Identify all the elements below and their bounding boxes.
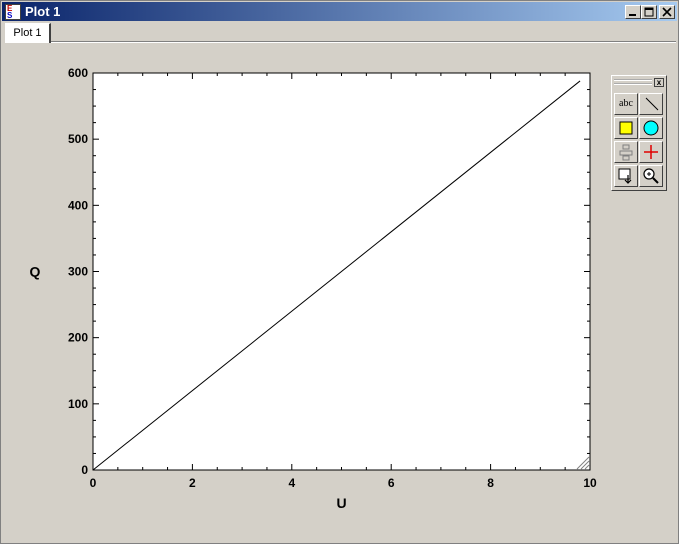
close-icon: [662, 7, 672, 17]
maximize-icon: [644, 7, 654, 17]
zoom-icon: [643, 168, 659, 184]
plot-toolbox: x abc: [611, 75, 667, 191]
x-tick-label: 4: [288, 476, 295, 490]
rectangle-tool-button[interactable]: [614, 117, 638, 139]
tab-strip: Plot 1: [3, 22, 676, 43]
y-tick-label: 100: [68, 397, 88, 411]
group-tool-button[interactable]: [614, 141, 638, 163]
line-icon: [645, 97, 659, 111]
zoom-tool-button[interactable]: [639, 165, 663, 187]
window-title: Plot 1: [25, 4, 61, 19]
crosshair-tool-button[interactable]: [639, 141, 663, 163]
close-button[interactable]: [659, 5, 675, 19]
tab-label: Plot 1: [13, 27, 42, 39]
group-icon: [619, 144, 633, 161]
export-tool-button[interactable]: [614, 165, 638, 187]
crosshair-icon: [644, 145, 658, 159]
y-tick-label: 200: [68, 331, 88, 345]
text-tool-button[interactable]: abc: [614, 93, 638, 115]
y-tick-label: 400: [68, 198, 88, 212]
x-tick-label: 0: [90, 476, 97, 490]
plot-window: ES Plot 1 Plot 1 0 2 4 6 8 10 0 100 200 300 400 50…: [0, 0, 679, 544]
minimize-button[interactable]: [625, 5, 641, 19]
export-icon: [618, 168, 632, 184]
y-tick-label: 0: [81, 463, 88, 477]
ellipse-icon: [643, 120, 659, 136]
x-tick-label: 8: [487, 476, 494, 490]
tab-plot-1[interactable]: Plot 1: [5, 23, 51, 43]
y-tick-label: 600: [68, 66, 88, 80]
x-tick-label: 10: [583, 476, 597, 490]
rectangle-icon: [619, 121, 633, 135]
toolbox-drag-handle[interactable]: [614, 79, 652, 85]
y-tick-label: 300: [68, 265, 88, 279]
y-tick-label: 500: [68, 132, 88, 146]
line-tool-button[interactable]: [639, 93, 663, 115]
x-tick-label: 6: [388, 476, 395, 490]
x-axis-label: U: [336, 495, 346, 511]
x-tick-label: 2: [189, 476, 196, 490]
title-bar[interactable]: ES Plot 1: [2, 2, 677, 21]
ellipse-tool-button[interactable]: [639, 117, 663, 139]
toolbox-close-button[interactable]: x: [654, 78, 664, 87]
y-axis-label: Q: [30, 264, 41, 280]
app-icon[interactable]: ES: [5, 4, 21, 20]
minimize-icon: [629, 14, 636, 16]
maximize-button[interactable]: [641, 5, 657, 19]
plot-area[interactable]: 0 2 4 6 8 10 0 100 200 300 400 500 600 U Q: [1, 43, 601, 513]
